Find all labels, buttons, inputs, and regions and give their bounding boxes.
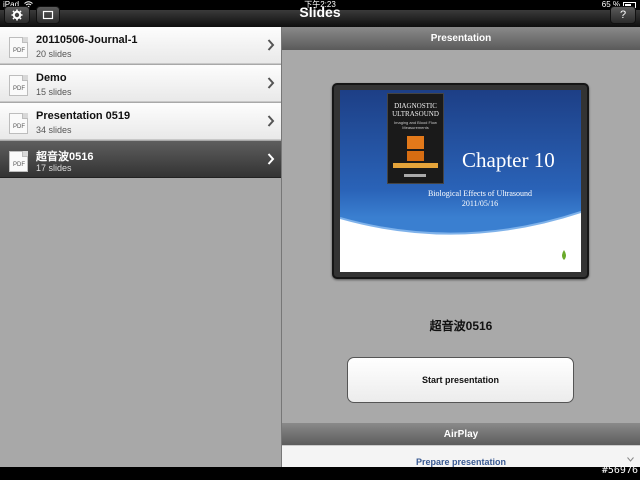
list-item-selected[interactable]: PDF 超音波0516 17 slides xyxy=(0,141,281,178)
slide-chapter-title: Chapter 10 xyxy=(462,148,555,172)
list-item[interactable]: PDF Demo 15 slides xyxy=(0,65,281,102)
list-item-slide-count: 15 slides xyxy=(36,87,72,97)
slide-subtitle-text: Biological Effects of Ultrasound xyxy=(427,189,533,198)
bottom-bar xyxy=(0,467,640,480)
book-subtitle: Imaging and Blood Flow Measurements xyxy=(394,120,437,130)
book-title: DIAGNOSTIC ULTRASOUND xyxy=(392,102,439,118)
pdf-icon-label: PDF xyxy=(13,48,25,54)
book-cover-graphic xyxy=(407,151,424,161)
slide-thumbnail: DIAGNOSTIC ULTRASOUND Imaging and Blood … xyxy=(340,90,581,272)
list-item[interactable]: PDF Presentation 0519 34 slides xyxy=(0,103,281,140)
detail-pane: Presentation DIAGNOSTIC ULTRASOUND Imagi… xyxy=(282,27,640,467)
list-item-title: Demo xyxy=(36,72,67,84)
airplay-section-header: AirPlay xyxy=(282,423,640,446)
presentation-section-header: Presentation xyxy=(282,27,640,50)
pdf-file-icon: PDF xyxy=(9,151,28,172)
chevron-right-icon xyxy=(267,77,275,89)
book-cover-band xyxy=(393,163,438,168)
airplay-panel[interactable]: Prepare presentation xyxy=(282,445,640,467)
list-item-title: 20110506-Journal-1 xyxy=(36,34,138,46)
presentation-list: PDF 20110506-Journal-1 20 slides PDF Dem… xyxy=(0,27,282,467)
start-presentation-button[interactable]: Start presentation xyxy=(347,357,574,403)
pdf-icon-label: PDF xyxy=(13,86,25,92)
pdf-icon-label: PDF xyxy=(13,124,25,130)
presentation-name: 超音波0516 xyxy=(429,319,493,333)
pdf-file-icon: PDF xyxy=(9,113,28,134)
book-cover-graphic xyxy=(407,136,424,149)
pdf-file-icon: PDF xyxy=(9,37,28,58)
slide-preview[interactable]: DIAGNOSTIC ULTRASOUND Imaging and Blood … xyxy=(332,83,589,279)
help-button[interactable]: ? xyxy=(610,6,636,24)
chevron-right-icon xyxy=(267,115,275,127)
pdf-file-icon: PDF xyxy=(9,75,28,96)
list-item[interactable]: PDF 20110506-Journal-1 20 slides xyxy=(0,27,281,64)
watermark-text: #56976 xyxy=(601,465,638,476)
book-cover-image: DIAGNOSTIC ULTRASOUND Imaging and Blood … xyxy=(387,93,444,184)
list-item-slide-count: 20 slides xyxy=(36,49,72,59)
leaf-drop-icon xyxy=(562,250,566,260)
slide-date: 2011/05/16 xyxy=(461,199,499,208)
list-item-slide-count: 17 slides xyxy=(36,163,72,173)
nav-bar: Slides ? xyxy=(0,4,640,27)
publisher-logo xyxy=(404,174,426,177)
list-item-slide-count: 34 slides xyxy=(36,125,72,135)
chevron-right-icon xyxy=(267,39,275,51)
nav-title: Slides xyxy=(299,4,341,20)
pdf-icon-label: PDF xyxy=(13,162,25,168)
chevron-down-icon xyxy=(627,457,634,462)
chevron-right-icon xyxy=(267,153,275,165)
list-item-title: 超音波0516 xyxy=(36,151,94,163)
list-item-title: Presentation 0519 xyxy=(36,110,131,122)
prepare-presentation-link[interactable]: Prepare presentation xyxy=(282,457,640,467)
slide-subtitle: Biological Effects of Ultrasound 2011/05… xyxy=(380,189,580,209)
slide-wave-decoration xyxy=(340,211,581,272)
